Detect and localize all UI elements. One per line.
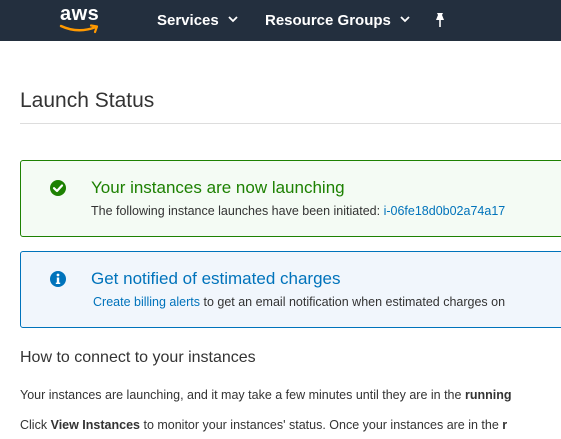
aws-smile-icon bbox=[59, 24, 99, 34]
title-divider bbox=[20, 123, 561, 124]
para1-bold: running bbox=[464, 388, 512, 402]
connect-paragraph-1: Your instances are launching, and it may… bbox=[20, 388, 511, 402]
page-title: Launch Status bbox=[20, 89, 155, 112]
instance-id-link[interactable]: i-06fe18d0b02a74a17 bbox=[384, 204, 506, 218]
info-circle-icon bbox=[49, 270, 67, 288]
info-alert-title: Get notified of estimated charges bbox=[91, 269, 341, 288]
info-alert-body: Create billing alerts to get an email no… bbox=[93, 295, 505, 309]
para2-prefix: Click bbox=[20, 418, 48, 432]
connect-paragraph-2: Click View Instances to monitor your ins… bbox=[20, 418, 507, 432]
success-alert-text: The following instance launches have bee… bbox=[91, 204, 381, 218]
resource-groups-menu[interactable]: Resource Groups bbox=[265, 12, 410, 29]
services-menu[interactable]: Services bbox=[157, 12, 238, 29]
para2-middle: to monitor your instances' status. Once … bbox=[143, 418, 499, 432]
info-alert-text: to get an email notification when estima… bbox=[203, 295, 506, 309]
success-alert-title: Your instances are now launching bbox=[91, 178, 345, 197]
pin-icon[interactable] bbox=[432, 12, 448, 28]
aws-logo-text: aws bbox=[60, 3, 100, 25]
para2-bold-end: r bbox=[502, 418, 508, 432]
resource-groups-label: Resource Groups bbox=[265, 12, 391, 29]
info-alert: Get notified of estimated charges Create… bbox=[20, 251, 561, 328]
para1-text: Your instances are launching, and it may… bbox=[20, 388, 462, 402]
view-instances-text: View Instances bbox=[50, 418, 140, 432]
success-alert-body: The following instance launches have bee… bbox=[91, 204, 505, 218]
services-label: Services bbox=[157, 12, 219, 29]
create-billing-alerts-link[interactable]: Create billing alerts bbox=[93, 295, 200, 309]
connect-heading: How to connect to your instances bbox=[20, 349, 256, 366]
success-alert: Your instances are now launching The fol… bbox=[20, 160, 561, 237]
aws-logo[interactable]: aws bbox=[58, 3, 104, 37]
check-circle-icon bbox=[49, 179, 67, 197]
top-nav-bar: aws Services Resource Groups bbox=[0, 0, 561, 41]
chevron-down-icon bbox=[228, 15, 238, 26]
chevron-down-icon bbox=[400, 15, 410, 26]
